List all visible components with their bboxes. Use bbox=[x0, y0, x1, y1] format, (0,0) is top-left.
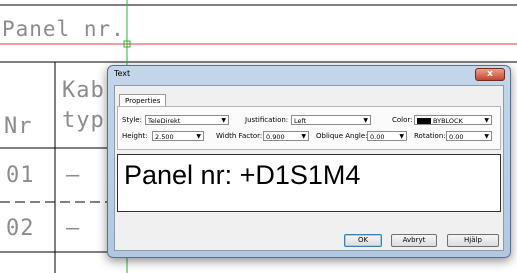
width-factor-label: Width Factor: bbox=[216, 132, 263, 140]
dialog-client-area: Properties Style: TeleDirekt ▼ Justificat… bbox=[114, 85, 504, 251]
style-label: Style: bbox=[122, 116, 142, 124]
rotation-dropdown[interactable]: 0.00 ▼ bbox=[446, 131, 492, 141]
row-type-02: – bbox=[66, 216, 81, 241]
rotation-label: Rotation: bbox=[414, 132, 446, 140]
oblique-angle-value: 0.00 bbox=[370, 133, 385, 141]
rotation-value: 0.00 bbox=[449, 133, 464, 141]
justification-label: Justification: bbox=[245, 116, 289, 124]
oblique-angle-label: Oblique Angle: bbox=[316, 132, 368, 140]
color-dropdown[interactable]: BYBLOCK ▼ bbox=[414, 115, 492, 125]
row-nr-02: 02 bbox=[6, 216, 35, 241]
chevron-down-icon: ▼ bbox=[484, 133, 489, 140]
chevron-down-icon: ▼ bbox=[196, 133, 201, 140]
col-type-header-1: Kab bbox=[62, 78, 105, 103]
height-label: Height: bbox=[122, 132, 148, 140]
text-editor[interactable]: Panel nr: +D1S1M4 bbox=[117, 154, 501, 212]
chevron-down-icon: ▼ bbox=[484, 117, 489, 124]
ok-button[interactable]: OK bbox=[344, 234, 382, 247]
row-type-01: – bbox=[66, 163, 81, 188]
text-dialog[interactable]: Text x Properties Style: TeleDirekt ▼ Jus… bbox=[107, 65, 511, 258]
close-button[interactable]: x bbox=[475, 68, 505, 81]
color-swatch bbox=[417, 118, 431, 124]
properties-panel: Style: TeleDirekt ▼ Justification: Left ▼ … bbox=[117, 106, 501, 150]
justification-dropdown[interactable]: Left ▼ bbox=[291, 115, 371, 125]
col-type-header-2: typ bbox=[62, 108, 105, 133]
width-factor-dropdown[interactable]: 0.900 ▼ bbox=[263, 131, 309, 141]
style-dropdown[interactable]: TeleDirekt ▼ bbox=[145, 115, 229, 125]
height-value: 2.500 bbox=[155, 133, 174, 141]
text-editor-content[interactable]: Panel nr: +D1S1M4 bbox=[124, 160, 360, 191]
help-button[interactable]: Hjälp bbox=[447, 234, 499, 247]
height-dropdown[interactable]: 2.500 ▼ bbox=[152, 131, 204, 141]
chevron-down-icon: ▼ bbox=[221, 117, 226, 124]
style-value: TeleDirekt bbox=[148, 117, 181, 125]
chevron-down-icon: ▼ bbox=[399, 133, 404, 140]
cancel-button[interactable]: Avbryt bbox=[391, 234, 437, 247]
color-label: Color: bbox=[392, 116, 413, 124]
panel-title-text: Panel nr. bbox=[2, 17, 125, 41]
row-nr-01: 01 bbox=[6, 163, 35, 188]
width-factor-value: 0.900 bbox=[266, 133, 285, 141]
chevron-down-icon: ▼ bbox=[363, 117, 368, 124]
oblique-angle-dropdown[interactable]: 0.00 ▼ bbox=[367, 131, 407, 141]
justification-value: Left bbox=[294, 117, 307, 125]
col-nr-header: Nr bbox=[4, 114, 33, 139]
chevron-down-icon: ▼ bbox=[301, 133, 306, 140]
color-value: BYBLOCK bbox=[433, 117, 463, 125]
dialog-title: Text bbox=[114, 69, 131, 78]
